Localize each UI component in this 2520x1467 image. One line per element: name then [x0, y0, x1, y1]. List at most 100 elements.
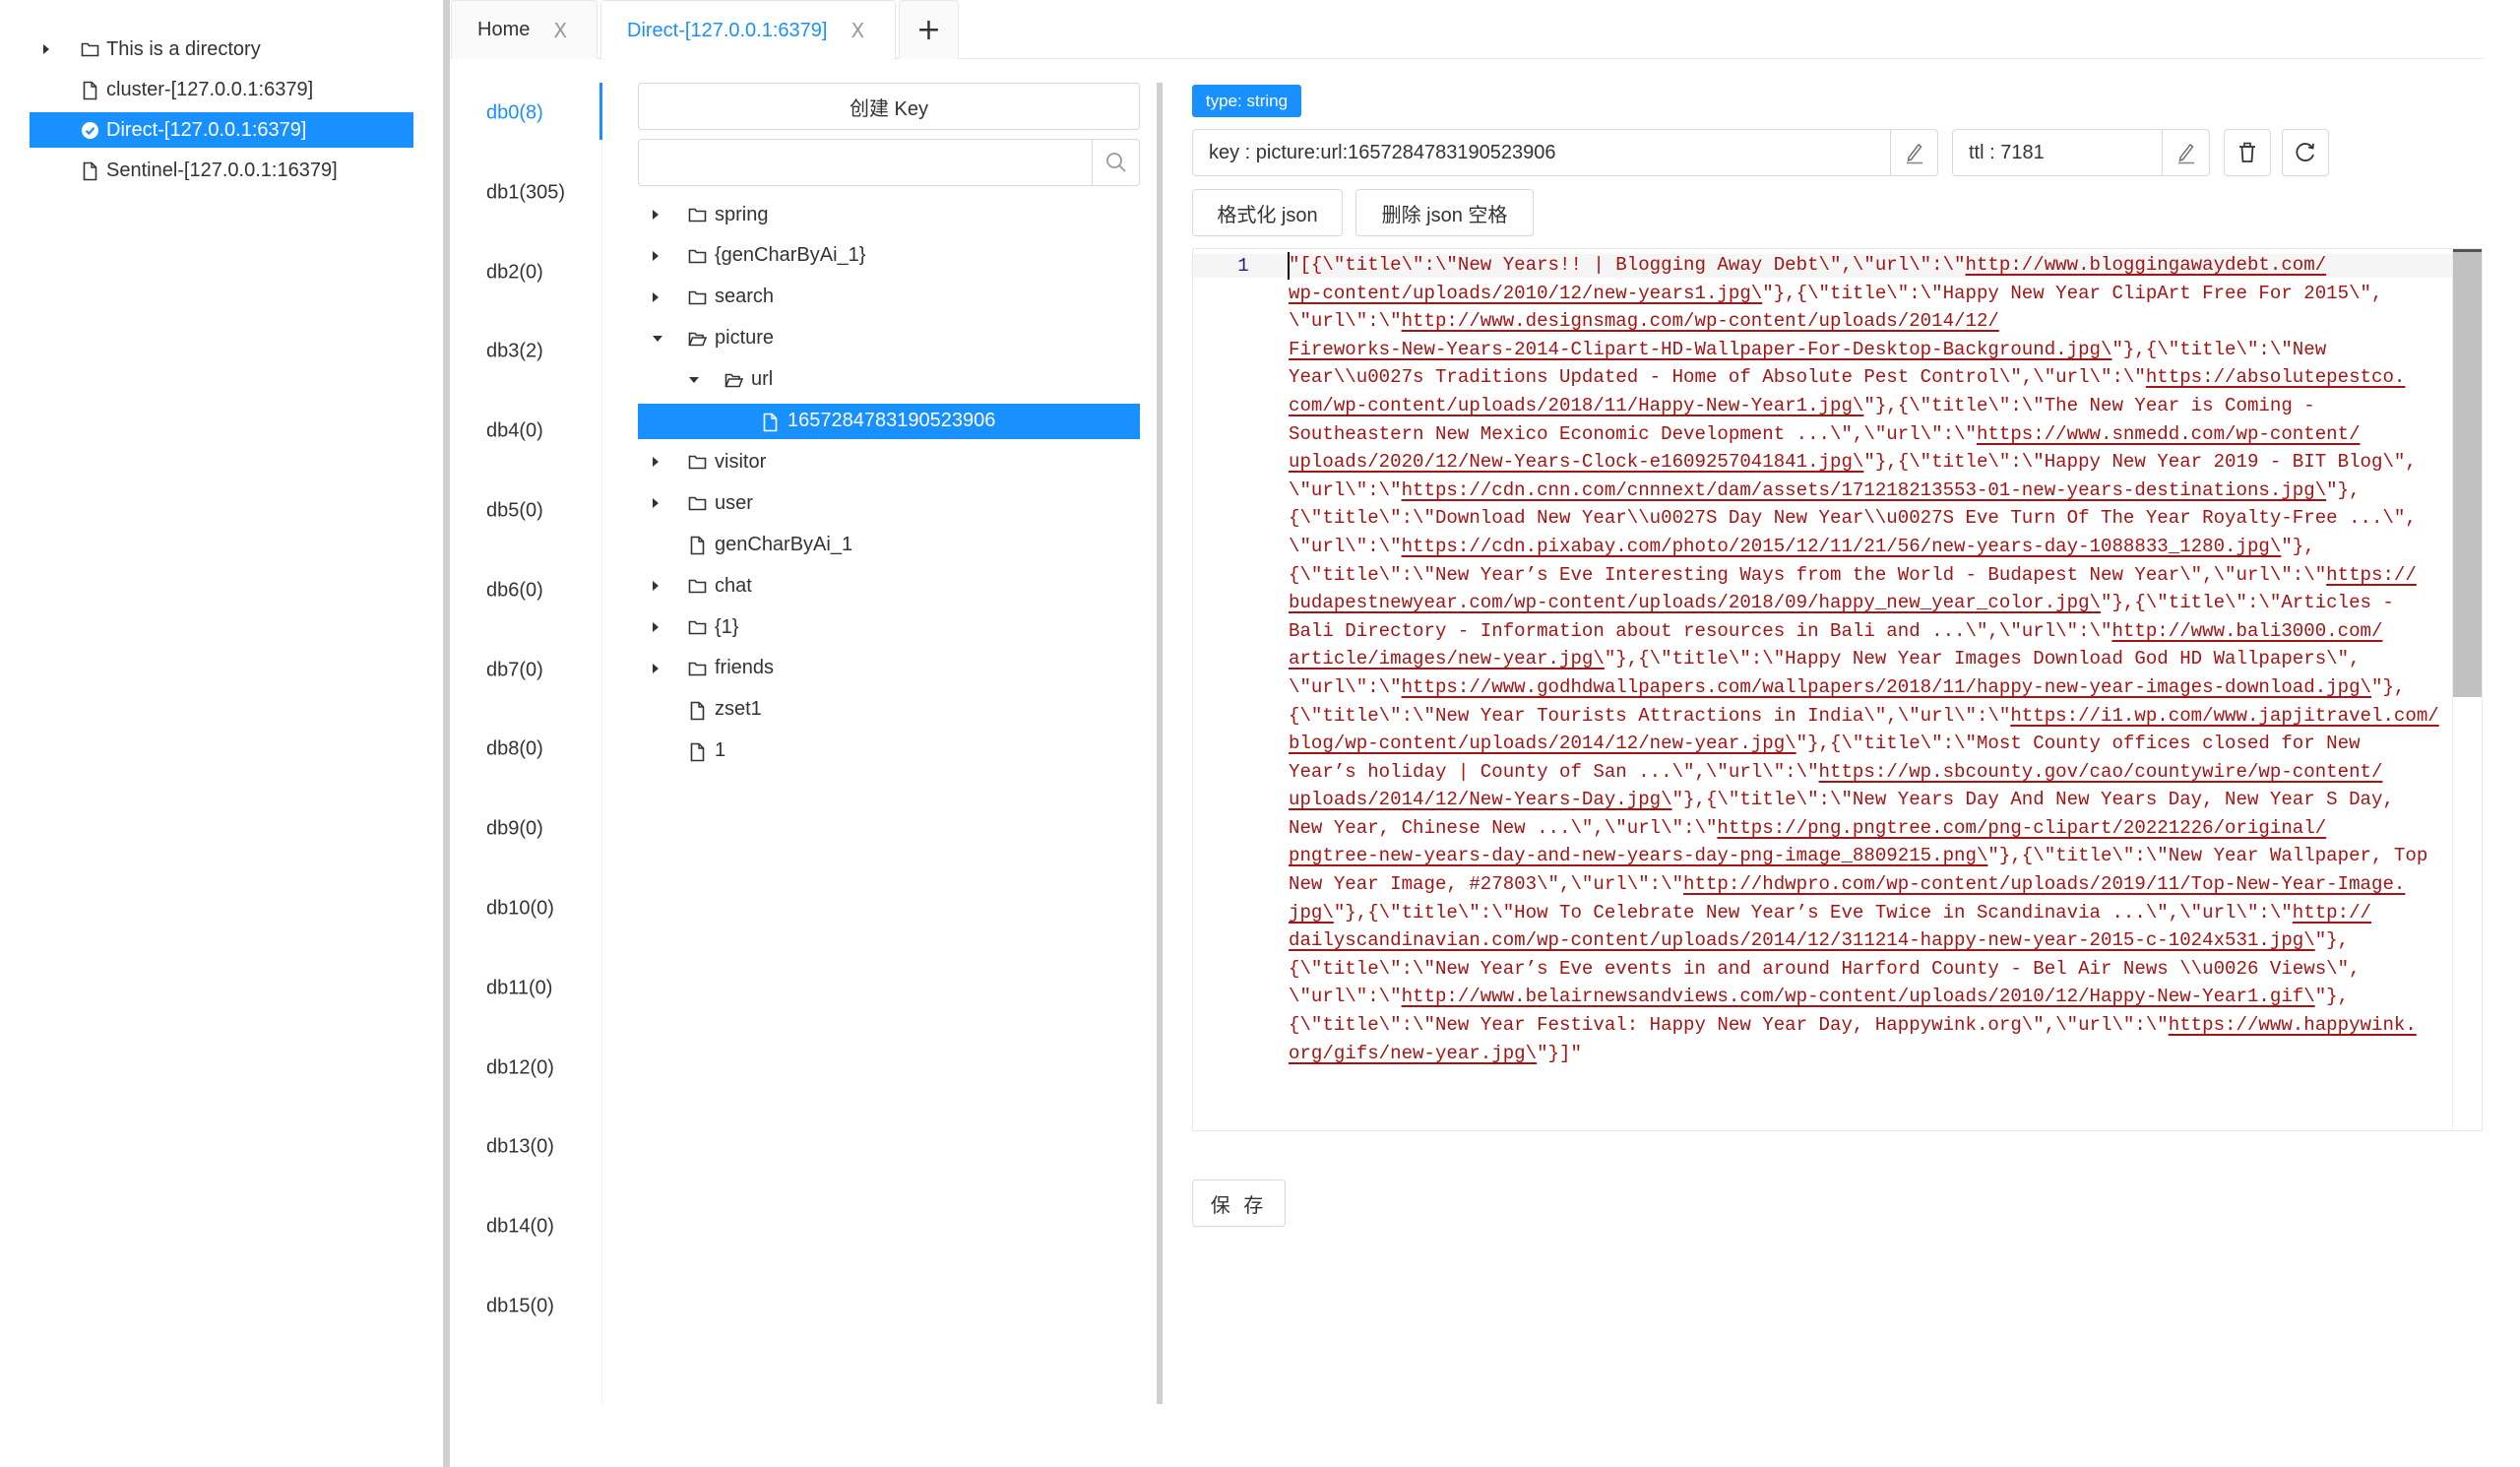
- tree-folder[interactable]: search: [638, 280, 1140, 315]
- tree-folder[interactable]: visitor: [638, 444, 1140, 479]
- db-item-4[interactable]: db4(0): [486, 420, 543, 443]
- url-link[interactable]: blog/wp-content/uploads/2014/12/new-year…: [1289, 733, 1796, 754]
- format-json-button[interactable]: 格式化 json: [1192, 189, 1343, 236]
- scrollbar-thumb[interactable]: [2453, 249, 2482, 697]
- caret-down-icon[interactable]: [689, 376, 699, 383]
- tab-direct-connection[interactable]: Direct-[127.0.0.1:6379] X: [600, 0, 896, 60]
- tab-home[interactable]: Home X: [451, 0, 598, 59]
- caret-right-icon[interactable]: [653, 622, 659, 632]
- edit-ttl-button[interactable]: [2162, 130, 2209, 175]
- value-editor[interactable]: 1 "[{\"title\":\"New Years!! | Blogging …: [1192, 248, 2483, 1131]
- code-text: "},{\"title\":\"Articles -: [2100, 592, 2394, 614]
- url-link[interactable]: http://www.bloggingawaydebt.com/: [1966, 254, 2327, 276]
- url-link[interactable]: https://www.godhdwallpapers.com/wallpape…: [1402, 676, 2371, 698]
- url-link[interactable]: http://hdwpro.com/wp-content/uploads/201…: [1683, 873, 2405, 895]
- db-item-9[interactable]: db9(0): [486, 818, 543, 841]
- url-link[interactable]: wp-content/uploads/2010/12/new-years1.jp…: [1289, 283, 1762, 304]
- url-link[interactable]: https://i1.wp.com/www.japjitravel.com/: [2010, 705, 2438, 727]
- url-link[interactable]: http://: [2293, 902, 2371, 924]
- remove-json-spaces-button[interactable]: 删除 json 空格: [1355, 189, 1534, 236]
- caret-right-icon[interactable]: [653, 457, 659, 468]
- caret-right-icon[interactable]: [653, 581, 659, 592]
- url-link[interactable]: https://cdn.pixabay.com/photo/2015/12/11…: [1402, 536, 2282, 557]
- tree-key[interactable]: 1: [638, 734, 1140, 769]
- url-link[interactable]: jpg\: [1289, 902, 1334, 924]
- sidebar-resize-handle[interactable]: [443, 0, 450, 1467]
- caret-right-icon[interactable]: [653, 498, 659, 509]
- tree-folder[interactable]: {genCharByAi_1}: [638, 238, 1140, 274]
- db-item-6[interactable]: db6(0): [486, 579, 543, 602]
- tree-folder[interactable]: spring: [638, 197, 1140, 232]
- url-link[interactable]: uploads/2020/12/New-Years-Clock-e1609257…: [1289, 451, 1863, 473]
- db-item-8[interactable]: db8(0): [486, 738, 543, 761]
- connection-item[interactable]: Sentinel-[127.0.0.1:16379]: [30, 153, 413, 188]
- db-item-11[interactable]: db11(0): [486, 977, 552, 999]
- db-item-12[interactable]: db12(0): [486, 1056, 554, 1079]
- db-item-13[interactable]: db13(0): [486, 1136, 554, 1159]
- ttl-value[interactable]: ttl : 7181: [1969, 130, 2045, 175]
- key-name-value[interactable]: key : picture:url:1657284783190523906: [1209, 130, 1556, 175]
- tree-folder[interactable]: picture: [638, 321, 1140, 356]
- tree-key[interactable]: zset1: [638, 692, 1140, 728]
- url-link[interactable]: com/wp-content/uploads/2018/11/Happy-New…: [1289, 395, 1863, 416]
- code-line: wp-content/uploads/2010/12/new-years1.jp…: [1289, 280, 2454, 308]
- close-icon[interactable]: X: [850, 19, 864, 42]
- editor-content[interactable]: "[{\"title\":\"New Years!! | Blogging Aw…: [1289, 251, 2454, 1067]
- url-link[interactable]: https://png.pngtree.com/png-clipart/2022…: [1717, 817, 2326, 839]
- db-item-15[interactable]: db15(0): [486, 1296, 554, 1318]
- caret-right-icon[interactable]: [653, 291, 659, 302]
- url-link[interactable]: http://www.designsmag.com/wp-content/upl…: [1402, 310, 1999, 332]
- db-item-3[interactable]: db3(2): [486, 341, 543, 363]
- panel-resize-handle[interactable]: [1157, 83, 1163, 1404]
- rename-key-button[interactable]: [1890, 130, 1937, 175]
- caret-right-icon[interactable]: [653, 663, 659, 673]
- db-item-0[interactable]: db0(8): [486, 102, 543, 125]
- tree-folder[interactable]: {1}: [638, 609, 1140, 645]
- url-link[interactable]: pngtree-new-years-day-and-new-years-day-…: [1289, 845, 1987, 866]
- tree-folder[interactable]: chat: [638, 568, 1140, 604]
- caret-right-icon[interactable]: [653, 250, 659, 261]
- tree-key[interactable]: genCharByAi_1: [638, 527, 1140, 562]
- url-link[interactable]: https://: [2326, 564, 2417, 586]
- url-link[interactable]: https://www.happywink.: [2169, 1014, 2417, 1036]
- add-tab-button[interactable]: +: [899, 0, 959, 59]
- file-icon: [688, 701, 707, 721]
- code-text: Bali Directory - Information about resou…: [1289, 619, 2112, 642]
- db-item-5[interactable]: db5(0): [486, 500, 543, 523]
- save-button[interactable]: 保 存: [1192, 1180, 1286, 1227]
- tree-folder[interactable]: url: [638, 362, 1140, 398]
- close-icon[interactable]: X: [553, 19, 567, 42]
- delete-key-button[interactable]: [2224, 129, 2271, 176]
- caret-right-icon[interactable]: [653, 210, 659, 220]
- tree-folder[interactable]: user: [638, 485, 1140, 521]
- url-link[interactable]: https://cdn.cnn.com/cnnnext/dam/assets/1…: [1402, 479, 2327, 501]
- connection-item[interactable]: Direct-[127.0.0.1:6379]: [30, 112, 413, 148]
- search-button[interactable]: [1092, 140, 1139, 185]
- connection-item[interactable]: cluster-[127.0.0.1:6379]: [30, 72, 413, 107]
- db-item-2[interactable]: db2(0): [486, 261, 543, 284]
- url-link[interactable]: article/images/new-year.jpg\: [1289, 648, 1605, 670]
- caret-down-icon[interactable]: [653, 335, 662, 342]
- url-link[interactable]: Fireworks-New-Years-2014-Clipart-HD-Wall…: [1289, 339, 2111, 360]
- tree-key[interactable]: 1657284783190523906: [638, 403, 1140, 439]
- caret-right-icon[interactable]: [43, 44, 49, 54]
- db-item-7[interactable]: db7(0): [486, 659, 543, 681]
- db-item-1[interactable]: db1(305): [486, 181, 565, 204]
- editor-scrollbar[interactable]: [2452, 249, 2482, 1130]
- url-link[interactable]: uploads/2014/12/New-Years-Day.jpg\: [1289, 789, 1672, 810]
- db-item-14[interactable]: db14(0): [486, 1216, 554, 1239]
- url-link[interactable]: dailyscandinavian.com/wp-content/uploads…: [1289, 929, 2315, 951]
- url-link[interactable]: org/gifs/new-year.jpg\: [1289, 1043, 1537, 1064]
- url-link[interactable]: https://absolutepestco.: [2146, 366, 2406, 388]
- key-search-input[interactable]: [639, 140, 1092, 185]
- connection-item[interactable]: This is a directory: [30, 32, 413, 67]
- tree-folder[interactable]: friends: [638, 651, 1140, 686]
- db-item-10[interactable]: db10(0): [486, 898, 554, 921]
- url-link[interactable]: http://www.bali3000.com/: [2111, 620, 2382, 642]
- refresh-button[interactable]: [2282, 129, 2329, 176]
- url-link[interactable]: budapestnewyear.com/wp-content/uploads/2…: [1289, 592, 2101, 613]
- url-link[interactable]: https://www.snmedd.com/wp-content/: [1977, 423, 2361, 445]
- url-link[interactable]: http://www.belairnewsandviews.com/wp-con…: [1402, 986, 2315, 1007]
- url-link[interactable]: https://wp.sbcounty.gov/cao/countywire/w…: [1819, 761, 2383, 783]
- create-key-button[interactable]: 创建 Key: [638, 83, 1140, 130]
